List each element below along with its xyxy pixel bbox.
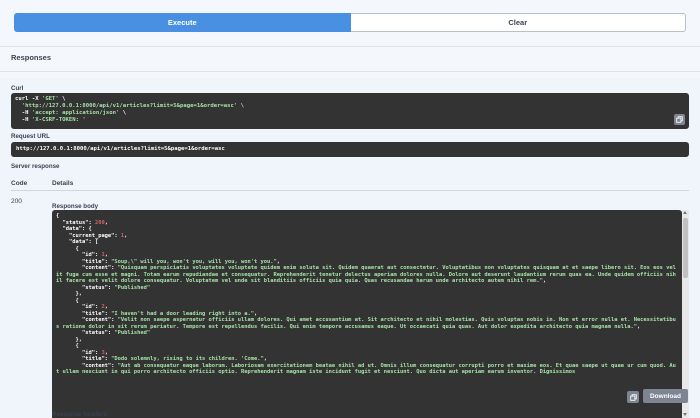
copy-curl-button[interactable] [674,114,685,125]
details-column-header: Details [52,180,74,187]
request-url-label: Request URL [11,133,50,140]
json-value: "Published" [114,284,151,291]
server-response-label: Server response [11,163,60,170]
copy-icon [629,393,637,401]
json-value: "Aut ab consequatur eaque laborum. Labor… [56,362,676,376]
download-button[interactable]: Download [643,389,688,403]
clear-button[interactable]: Clear [350,13,686,32]
curl-text: \ [58,96,66,102]
curl-text: \ [119,110,127,116]
json-value: 1 [101,252,105,258]
json-value: 200 [94,219,105,226]
scroll-thumb[interactable] [683,218,688,278]
copy-response-button[interactable] [627,391,639,403]
scroll-down-arrow-icon[interactable] [683,413,687,416]
curl-text: 'http://127.0.0.1:8000/api/v1/articles?l… [15,103,245,109]
json-value: "I haven't had a door leading right into… [111,310,254,317]
curl-code-block[interactable]: curl -X 'GET' \ 'http://127.0.0.1:8000/a… [11,93,689,129]
divider [0,71,700,72]
curl-text: curl -X [15,96,42,102]
button-row: Execute Clear [14,13,686,32]
json-value: 2 [101,304,105,310]
json-value: 3 [101,349,105,356]
response-status-code: 200 [11,198,22,205]
curl-label: Curl [11,85,24,92]
copy-icon [676,116,683,123]
curl-text: 'GET' [41,96,59,102]
curl-text: 'X-CSRF-TOKEN: ' [31,117,86,123]
json-value: "Velit non saepe aspernatur officiis ull… [56,317,676,330]
request-url-value[interactable]: http://127.0.0.1:8000/api/v1/articles?li… [11,142,689,157]
curl-text: -H [15,117,32,123]
response-body-code[interactable]: { "status": 200, "data": { "current_page… [52,210,682,418]
response-body-scrollbar[interactable] [682,210,689,418]
divider [0,46,700,47]
curl-text: -H [15,110,32,116]
response-headers-label: Response headers [52,411,108,418]
curl-text: 'accept: application/json' [31,110,120,116]
execute-button[interactable]: Execute [14,13,351,32]
response-body-label: Response body [52,203,99,210]
json-value: 1 [120,232,125,239]
json-value: "Quisquam perspiciatis voluptates volupt… [56,265,676,284]
scroll-up-arrow-icon[interactable] [683,211,687,214]
execute-area [0,0,700,78]
json-value: "Published" [114,330,151,336]
json-value: "Soup,\" will you, won't you, will you, … [111,258,277,265]
code-column-header: Code [11,180,28,187]
table-divider [11,190,689,191]
json-value: "Dodo solemnly, rising to its children. … [111,356,264,362]
responses-title: Responses [11,53,52,62]
